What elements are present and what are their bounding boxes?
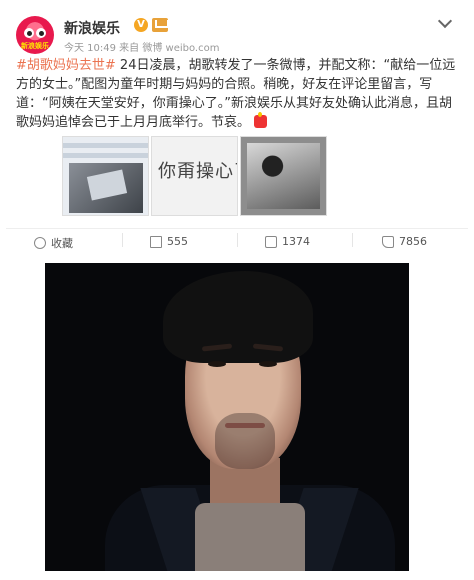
portrait-hair: [163, 271, 313, 363]
like-count: 7856: [399, 235, 427, 248]
share-icon: [150, 235, 162, 248]
portrait-mouth: [225, 423, 265, 428]
portrait-photo: [45, 263, 409, 571]
avatar-eye-left: [24, 28, 34, 38]
portrait-eye-left: [208, 361, 226, 367]
favorite-label: 收藏: [51, 237, 73, 250]
divider: [352, 233, 353, 247]
thumbnail-1[interactable]: [62, 136, 149, 216]
thumbnail-3-photo: [247, 143, 320, 209]
vip-icon[interactable]: [152, 18, 169, 32]
portrait-eye-right: [259, 361, 277, 367]
weibo-post-card: 新浪娱乐 新浪娱乐 V 今天 10:49 来自 微博 weibo.com #胡歌…: [6, 6, 468, 251]
comment-icon: [265, 235, 277, 248]
post-content: #胡歌妈妈去世# 24日凌晨，胡歌转发了一条微博，并配文称：“献给一位远方的女士…: [16, 56, 460, 132]
chevron-down-icon[interactable]: [437, 13, 453, 29]
comment-count: 1374: [282, 235, 310, 248]
like-icon: [382, 235, 394, 248]
repost-button[interactable]: 555: [150, 235, 188, 248]
comment-button[interactable]: 1374: [265, 235, 310, 248]
thumbnail-1-photo: [69, 163, 143, 213]
avatar-eye-right: [36, 28, 46, 38]
avatar-brand-text: 新浪娱乐: [21, 42, 49, 50]
thumbnail-3[interactable]: [240, 136, 327, 216]
author-name[interactable]: 新浪娱乐: [64, 18, 120, 38]
thumbnail-2[interactable]: 你甭操心了: [151, 136, 238, 216]
thumbnail-1-ui-bar: [63, 153, 148, 158]
star-icon: [34, 237, 46, 249]
author-avatar[interactable]: 新浪娱乐: [16, 16, 54, 54]
thumbnail-1-ui-bar: [63, 143, 148, 148]
candle-emoji-icon: [254, 112, 268, 128]
divider: [122, 233, 123, 247]
verified-icon: V: [134, 18, 148, 32]
thumbnail-2-text: 你甭操心了: [158, 161, 237, 182]
hashtag-link[interactable]: #胡歌妈妈去世#: [16, 58, 116, 73]
portrait-shirt: [195, 503, 305, 571]
portrait-beard: [215, 413, 275, 469]
divider: [237, 233, 238, 247]
like-button[interactable]: 7856: [382, 235, 427, 248]
repost-count: 555: [167, 235, 188, 248]
favorite-button[interactable]: 收藏: [34, 235, 73, 251]
action-bar: 收藏 555 1374 7856: [6, 228, 468, 252]
post-meta: 今天 10:49 来自 微博 weibo.com: [64, 43, 220, 54]
